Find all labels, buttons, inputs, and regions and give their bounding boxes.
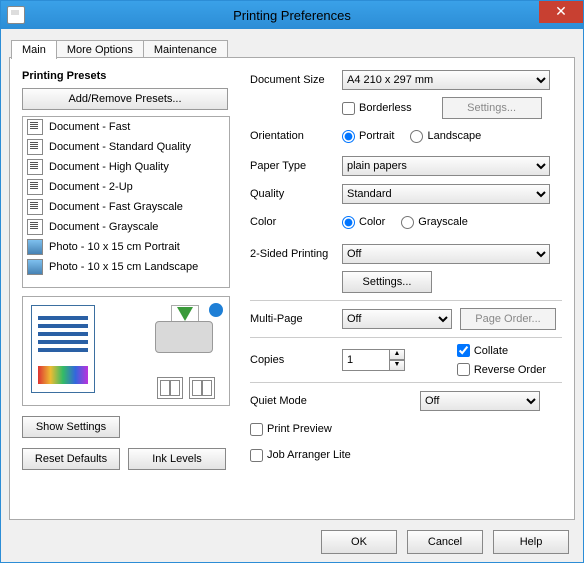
collate-checkbox[interactable]: Collate — [457, 344, 546, 357]
nup-icon — [189, 377, 215, 399]
preset-item[interactable]: Document - Standard Quality — [23, 137, 229, 157]
borderless-checkbox[interactable]: Borderless — [342, 102, 412, 115]
preset-item[interactable]: Document - Fast Grayscale — [23, 197, 229, 217]
preset-item[interactable]: Photo - 10 x 15 cm Landscape — [23, 257, 229, 277]
dialog-footer: OK Cancel Help — [1, 522, 583, 562]
borderless-settings-button: Settings... — [442, 97, 542, 119]
quiet-mode-label: Quiet Mode — [250, 395, 420, 407]
multi-page-label: Multi-Page — [250, 313, 342, 325]
copies-spin-up[interactable]: ▲ — [389, 349, 405, 360]
help-button[interactable]: Help — [493, 530, 569, 554]
printing-presets-heading: Printing Presets — [22, 70, 236, 82]
reverse-order-label: Reverse Order — [474, 364, 546, 376]
photo-icon — [27, 239, 43, 255]
divider — [250, 300, 562, 301]
reset-defaults-button[interactable]: Reset Defaults — [22, 448, 120, 470]
quiet-mode-select[interactable]: Off — [420, 391, 540, 411]
job-arranger-checkbox[interactable]: Job Arranger Lite — [250, 449, 351, 462]
cancel-button[interactable]: Cancel — [407, 530, 483, 554]
close-button[interactable]: ✕ — [539, 1, 583, 23]
preset-label: Document - Standard Quality — [49, 141, 191, 153]
two-sided-label: 2-Sided Printing — [250, 248, 342, 260]
preset-label: Document - Fast Grayscale — [49, 201, 183, 213]
job-arranger-label: Job Arranger Lite — [267, 449, 351, 461]
paper-type-label: Paper Type — [250, 160, 342, 172]
document-icon — [27, 119, 43, 135]
multi-page-select[interactable]: Off — [342, 309, 452, 329]
two-sided-select[interactable]: Off — [342, 244, 550, 264]
color-color-radio[interactable]: Color — [342, 216, 385, 229]
client-area: Main More Options Maintenance Printing P… — [1, 29, 583, 562]
document-icon — [27, 199, 43, 215]
printer-thumbnail-icon — [149, 305, 219, 357]
color-option-label: Color — [359, 216, 385, 228]
preview-box — [22, 296, 230, 406]
document-icon — [27, 179, 43, 195]
document-size-select[interactable]: A4 210 x 297 mm — [342, 70, 550, 90]
document-thumbnail-icon — [31, 305, 95, 393]
preset-label: Document - High Quality — [49, 161, 169, 173]
copies-input[interactable] — [342, 349, 390, 371]
photo-icon — [27, 259, 43, 275]
nup-icon — [157, 377, 183, 399]
document-icon — [27, 139, 43, 155]
reverse-order-checkbox[interactable]: Reverse Order — [457, 363, 546, 376]
page-order-button: Page Order... — [460, 308, 556, 330]
ok-button[interactable]: OK — [321, 530, 397, 554]
preset-label: Photo - 10 x 15 cm Portrait — [49, 241, 180, 253]
left-column: Printing Presets Add/Remove Presets... D… — [22, 68, 236, 509]
two-sided-settings-button[interactable]: Settings... — [342, 271, 432, 293]
show-settings-button[interactable]: Show Settings — [22, 416, 120, 438]
preset-label: Document - Grayscale — [49, 221, 158, 233]
tab-main[interactable]: Main — [11, 40, 57, 59]
color-label: Color — [250, 216, 342, 228]
color-grayscale-radio[interactable]: Grayscale — [401, 216, 468, 229]
right-column: Document Size A4 210 x 297 mm Borderless… — [250, 68, 562, 509]
preset-label: Document - Fast — [49, 121, 130, 133]
preset-item[interactable]: Document - Fast — [23, 117, 229, 137]
portrait-label: Portrait — [359, 130, 394, 142]
copies-spin-down[interactable]: ▼ — [389, 360, 405, 371]
orientation-label: Orientation — [250, 130, 342, 142]
tab-panel-main: Printing Presets Add/Remove Presets... D… — [9, 57, 575, 520]
collate-label: Collate — [474, 345, 508, 357]
divider — [250, 382, 562, 383]
document-icon — [27, 159, 43, 175]
print-preview-label: Print Preview — [267, 423, 332, 435]
preset-list[interactable]: Document - Fast Document - Standard Qual… — [22, 116, 230, 288]
borderless-label: Borderless — [359, 102, 412, 114]
landscape-label: Landscape — [427, 130, 481, 142]
tabstrip: Main More Options Maintenance — [11, 37, 581, 59]
divider — [250, 337, 562, 338]
quality-label: Quality — [250, 188, 342, 200]
orientation-landscape-radio[interactable]: Landscape — [410, 130, 481, 143]
nup-icon-group — [157, 377, 215, 399]
grayscale-option-label: Grayscale — [418, 216, 468, 228]
preset-label: Document - 2-Up — [49, 181, 133, 193]
preset-label: Photo - 10 x 15 cm Landscape — [49, 261, 198, 273]
titlebar: Printing Preferences ✕ — [1, 1, 583, 29]
document-icon — [27, 219, 43, 235]
preset-item[interactable]: Photo - 10 x 15 cm Portrait — [23, 237, 229, 257]
add-remove-presets-button[interactable]: Add/Remove Presets... — [22, 88, 228, 110]
window-title: Printing Preferences — [1, 8, 583, 23]
orientation-portrait-radio[interactable]: Portrait — [342, 130, 394, 143]
preset-item[interactable]: Document - High Quality — [23, 157, 229, 177]
preset-item[interactable]: Document - Grayscale — [23, 217, 229, 237]
document-size-label: Document Size — [250, 74, 342, 86]
print-preview-checkbox[interactable]: Print Preview — [250, 423, 332, 436]
preset-item[interactable]: Document - 2-Up — [23, 177, 229, 197]
quality-select[interactable]: Standard — [342, 184, 550, 204]
printing-preferences-window: Printing Preferences ✕ Main More Options… — [0, 0, 584, 563]
copies-label: Copies — [250, 354, 342, 366]
paper-type-select[interactable]: plain papers — [342, 156, 550, 176]
ink-levels-button[interactable]: Ink Levels — [128, 448, 226, 470]
